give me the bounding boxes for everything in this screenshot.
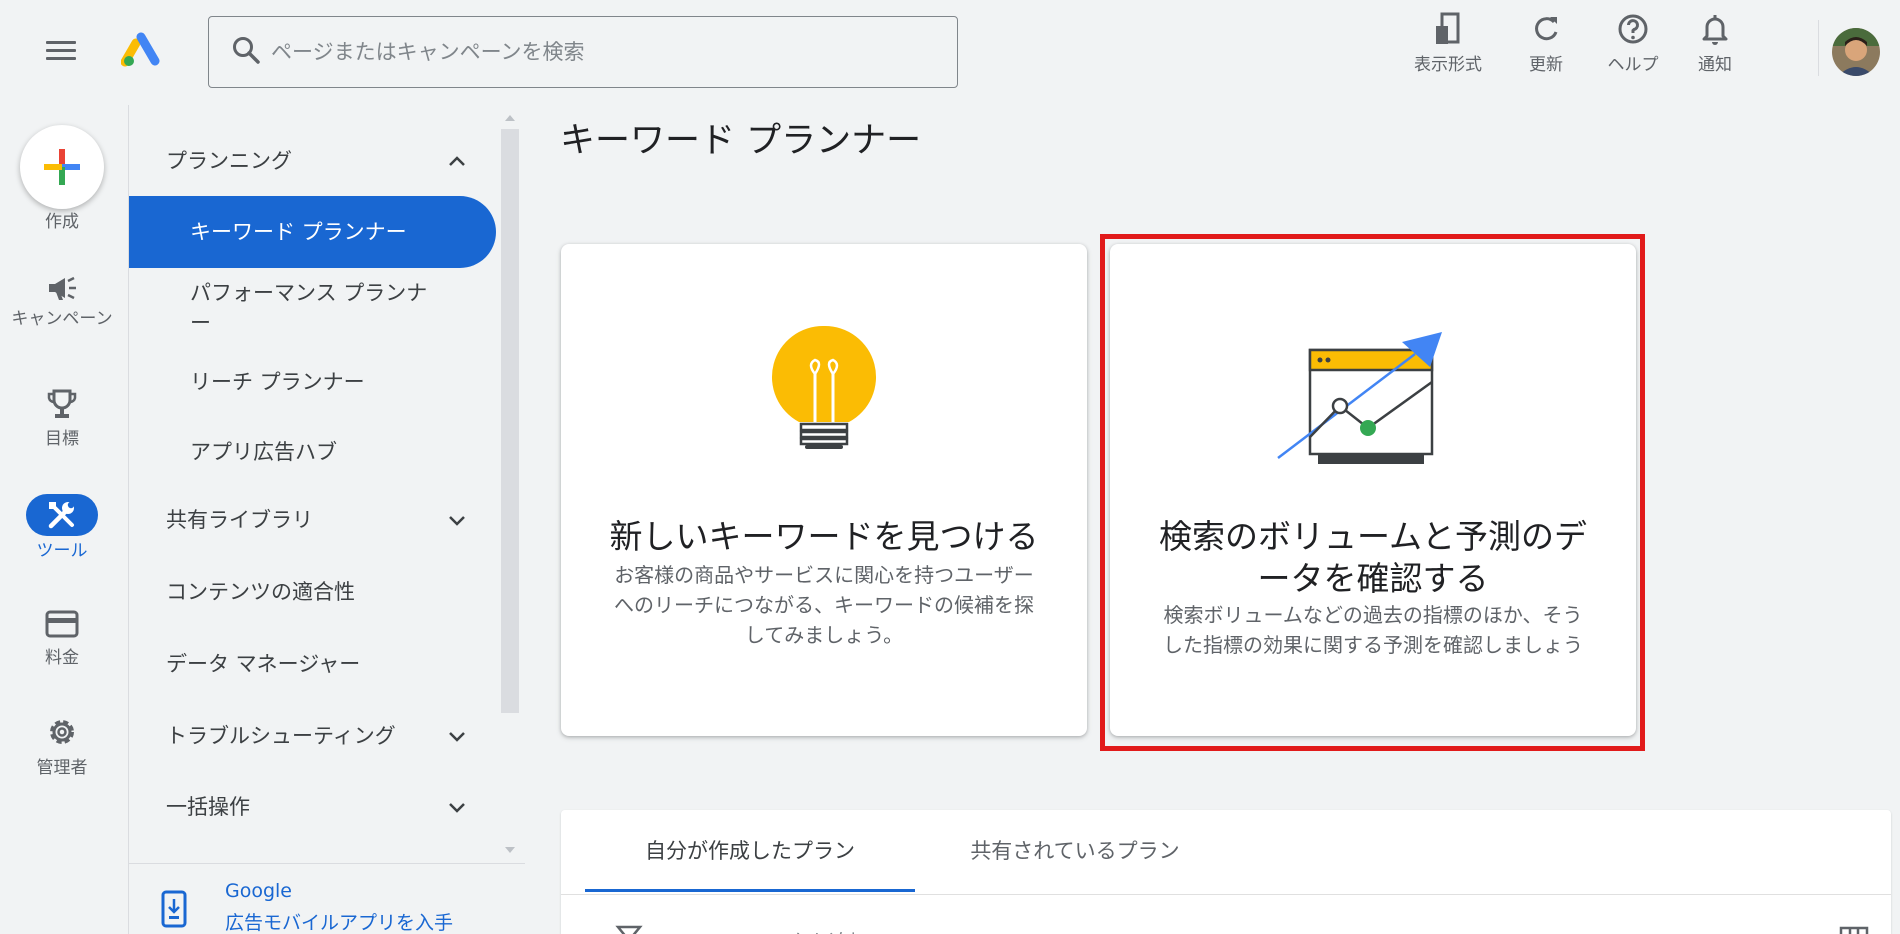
search-volume-title: 検索のボリュームと予測のデ ータを確認する	[1130, 516, 1616, 600]
nav-section-bulk-actions[interactable]: 一括操作	[129, 772, 499, 842]
performance-planner-label-line1: パフォーマンス プランナ	[190, 281, 428, 305]
bell-icon	[1702, 15, 1728, 45]
mobile-app-label-line1: Google	[225, 880, 293, 902]
search-volume-desc-line: 検索ボリュームなどの過去の指標のほか、そう	[1163, 603, 1583, 627]
search-volume-description: 検索ボリュームなどの過去の指標のほか、そう した指標の効果に関する予測を確認しま…	[1144, 600, 1602, 660]
gear-icon	[50, 720, 74, 744]
reach-planner-label: リーチ プランナー	[190, 370, 365, 394]
billing-label: 料金	[45, 648, 79, 668]
bulk-actions-label: 一括操作	[166, 795, 250, 819]
trend-chart-icon	[1277, 332, 1442, 464]
refresh-icon	[1535, 17, 1558, 41]
search-volume-title-line: 検索のボリュームと予測のデ	[1158, 517, 1587, 556]
troubleshooting-label: トラブルシューティング	[166, 724, 396, 748]
goals-label: 目標	[45, 429, 79, 449]
plans-panel: 自分が作成したプラン 共有されているプラン フィルタを追加	[561, 810, 1891, 934]
mobile-app-label-line2: 広告モバイルアプリを入手	[225, 912, 454, 934]
create-label: 作成	[45, 212, 79, 232]
content-suitability-label: コンテンツの適合性	[166, 580, 355, 604]
credit-card-icon	[45, 610, 79, 638]
chevron-up-icon	[449, 156, 465, 166]
rail-item-campaigns[interactable]: キャンペーン	[0, 273, 124, 329]
toolbar-divider	[1818, 20, 1819, 76]
page-title: キーワード プランナー	[560, 121, 922, 161]
filter-placeholder: フィルタを追加	[729, 926, 869, 934]
search-icon	[233, 37, 260, 64]
tab-shared-plans[interactable]: 共有されているプラン	[915, 810, 1235, 892]
nav-section-planning[interactable]: プランニング	[129, 126, 499, 196]
tools-nav-panel: プランニング キーワード プランナー パフォーマンス プランナ ー リーチ プラ…	[128, 105, 525, 934]
planning-label: プランニング	[166, 149, 292, 173]
chevron-down-icon	[449, 803, 465, 813]
appearance-button[interactable]: 表示形式	[1406, 12, 1490, 82]
tools-icon	[48, 501, 75, 529]
search-volume-title-line: ータを確認する	[1257, 559, 1489, 598]
nav-item-app-ads-hub[interactable]: アプリ広告ハブ	[129, 416, 499, 486]
tools-label: ツール	[36, 541, 88, 561]
trophy-icon	[47, 389, 77, 418]
refresh-button[interactable]: 更新	[1515, 12, 1577, 82]
nav-item-reach-planner[interactable]: リーチ プランナー	[129, 346, 499, 416]
create-button[interactable]	[20, 125, 104, 209]
app-ads-hub-label: アプリ広告ハブ	[190, 440, 337, 464]
search-volume-forecast-card[interactable]: 検索のボリュームと予測のデ ータを確認する 検索ボリュームなどの過去の指標のほか…	[1110, 244, 1636, 736]
help-label: ヘルプ	[1607, 55, 1659, 75]
notifications-button[interactable]: 通知	[1690, 12, 1740, 82]
help-icon	[1618, 14, 1648, 44]
google-ads-logo[interactable]	[121, 32, 163, 68]
discover-keywords-desc-line: してみましょう。	[744, 623, 904, 647]
filter-icon	[615, 925, 643, 934]
lightbulb-icon	[771, 325, 877, 449]
mobile-download-icon	[161, 890, 187, 928]
admin-label: 管理者	[36, 758, 88, 778]
nav-item-keyword-planner[interactable]: キーワード プランナー	[129, 196, 496, 268]
top-bar: 表示形式 更新 ヘルプ 通知	[0, 0, 1900, 105]
scroll-up-arrow[interactable]	[505, 115, 515, 121]
rail-item-billing[interactable]: 料金	[0, 609, 124, 668]
tabs-divider	[561, 894, 1891, 895]
scroll-down-arrow[interactable]	[505, 847, 515, 853]
discover-keywords-desc-line: へのリーチにつながる、キーワードの候補を探	[614, 593, 1034, 617]
discover-keywords-desc-line: お客様の商品やサービスに関心を持つユーザー	[614, 563, 1034, 587]
refresh-label: 更新	[1529, 55, 1563, 75]
search-volume-desc-line: した指標の効果に関する予測を確認しましょう	[1163, 633, 1583, 657]
discover-keywords-title: 新しいキーワードを見つける	[609, 517, 1039, 556]
plus-icon	[44, 149, 80, 185]
rail-item-goals[interactable]: 目標	[0, 387, 124, 449]
mobile-app-link[interactable]: Google 広告モバイルアプリを入手	[159, 880, 499, 934]
keyword-planner-label: キーワード プランナー	[190, 220, 407, 244]
data-manager-label: データ マネージャー	[166, 652, 361, 676]
megaphone-icon	[49, 276, 76, 300]
performance-planner-label-line2: ー	[190, 311, 211, 335]
rail-item-admin[interactable]: 管理者	[0, 715, 124, 778]
tab-my-plans[interactable]: 自分が作成したプラン	[585, 810, 915, 892]
nav-section-shared-library[interactable]: 共有ライブラリ	[129, 485, 499, 555]
rail-item-tools[interactable]	[26, 494, 98, 536]
account-avatar[interactable]	[1832, 28, 1880, 76]
search-input[interactable]	[271, 31, 931, 73]
menu-icon[interactable]	[44, 36, 78, 66]
columns-icon[interactable]	[1839, 924, 1869, 934]
help-button[interactable]: ヘルプ	[1600, 12, 1666, 82]
appearance-label: 表示形式	[1414, 55, 1482, 75]
shared-library-label: 共有ライブラリ	[166, 508, 313, 532]
nav-section-troubleshooting[interactable]: トラブルシューティング	[129, 701, 499, 771]
search-box[interactable]	[208, 16, 958, 88]
chevron-down-icon	[449, 516, 465, 526]
nav-item-data-manager[interactable]: データ マネージャー	[129, 629, 499, 699]
nav-item-performance-planner[interactable]: パフォーマンス プランナ ー	[129, 273, 499, 339]
nav-divider	[129, 863, 525, 864]
nav-scrollbar[interactable]	[501, 129, 519, 713]
filter-bar[interactable]: フィルタを追加	[611, 920, 1871, 934]
notifications-label: 通知	[1698, 55, 1732, 75]
discover-keywords-description: お客様の商品やサービスに関心を持つユーザー へのリーチにつながる、キーワードの候…	[595, 560, 1053, 650]
chevron-down-icon	[449, 732, 465, 742]
campaigns-label: キャンペーン	[11, 309, 113, 329]
left-rail: 作成 キャンペーン 目標 ツール 料金 管理者	[0, 105, 128, 934]
appearance-icon	[1436, 12, 1460, 44]
discover-keywords-card[interactable]: 新しいキーワードを見つける お客様の商品やサービスに関心を持つユーザー へのリー…	[561, 244, 1087, 736]
nav-item-content-suitability[interactable]: コンテンツの適合性	[129, 557, 499, 627]
